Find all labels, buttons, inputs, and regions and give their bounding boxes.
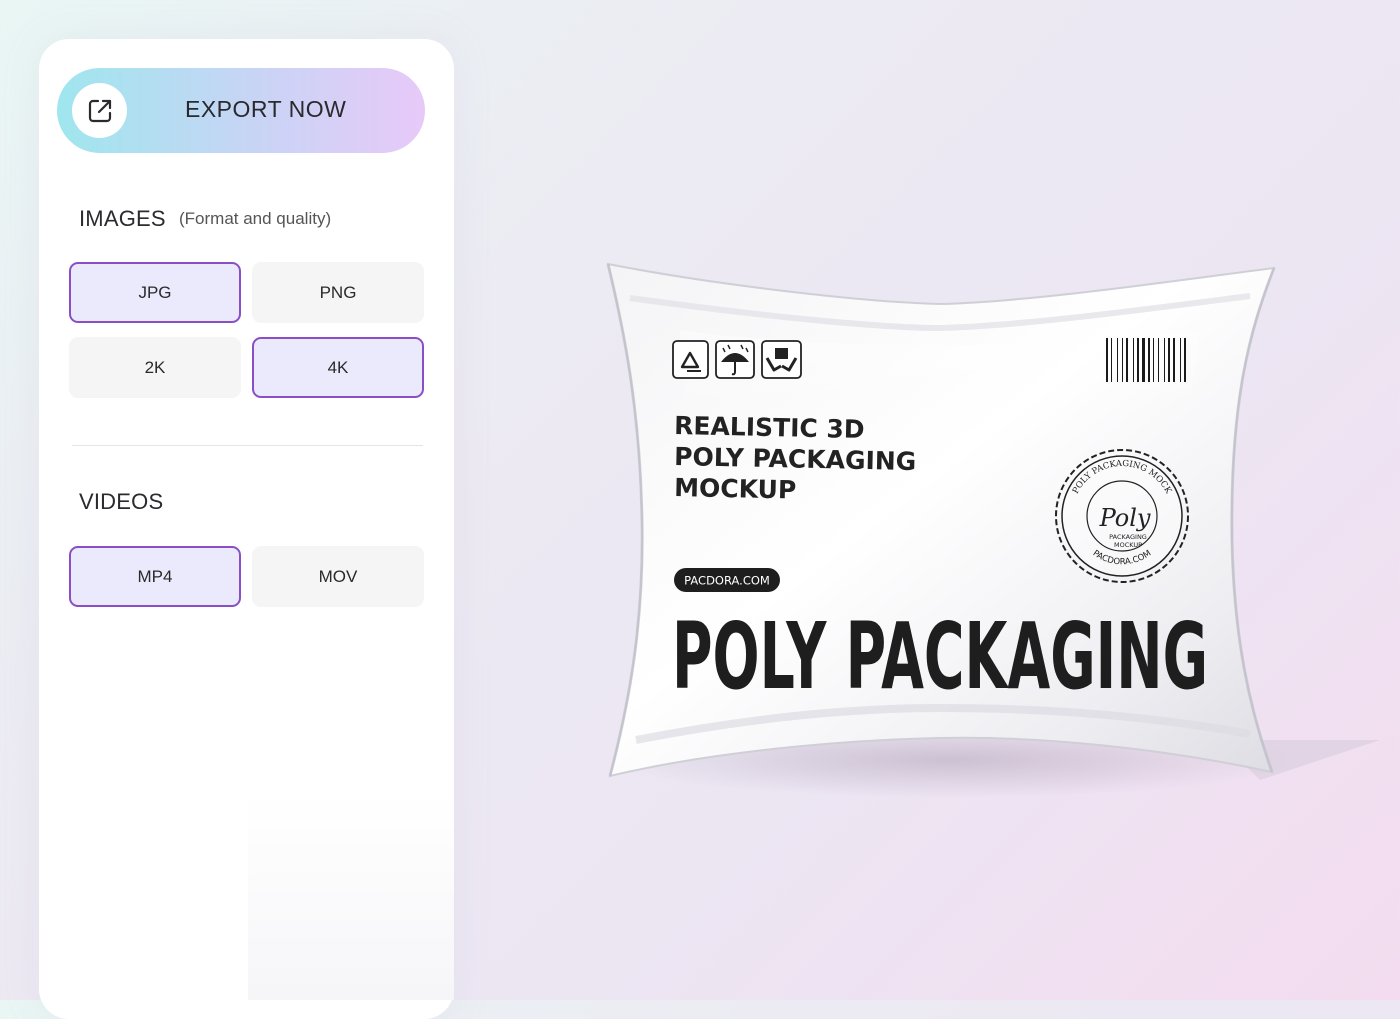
- video-mp4-option[interactable]: MP4: [69, 546, 241, 607]
- export-label: EXPORT NOW: [185, 96, 347, 122]
- images-section-title: IMAGES: [79, 206, 166, 231]
- barcode-bar: [1158, 338, 1159, 382]
- barcode-bar: [1106, 338, 1108, 382]
- barcode-bar: [1180, 338, 1181, 382]
- seal-line-2: MOCKUP: [1114, 541, 1142, 549]
- section-divider: [72, 445, 423, 446]
- external-link-icon: [72, 83, 127, 138]
- barcode-bar: [1173, 338, 1175, 382]
- headline-line-2: POLY PACKAGING: [674, 442, 917, 476]
- quality-2k-option[interactable]: 2K: [69, 337, 241, 398]
- seal-line-1: PACKAGING: [1109, 533, 1147, 541]
- videos-section-title: VIDEOS: [79, 489, 164, 514]
- seal-script: Poly: [1099, 504, 1151, 532]
- headline-line-1: REALISTIC 3D: [674, 411, 865, 444]
- format-jpg-option[interactable]: JPG: [69, 262, 241, 323]
- format-png-option[interactable]: PNG: [252, 262, 424, 323]
- barcode-bar: [1153, 338, 1154, 382]
- images-section-subtitle: (Format and quality): [179, 209, 332, 228]
- barcode-bar: [1168, 338, 1170, 382]
- umbrella-icon: [715, 340, 755, 379]
- barcode-bar: [1122, 338, 1123, 382]
- barcode-bar: [1184, 338, 1186, 382]
- barcode-bar: [1142, 338, 1145, 382]
- headline-line-3: MOCKUP: [674, 473, 797, 505]
- website-badge-text: PACDORA.COM: [684, 574, 770, 588]
- barcode-bar: [1126, 338, 1128, 382]
- barcode-bar: [1148, 338, 1150, 382]
- barcode-bar: [1137, 338, 1139, 382]
- recycle-icon: [672, 340, 709, 379]
- product-mockup: REALISTIC 3D POLY PACKAGING MOCKUP PACDO…: [560, 240, 1380, 820]
- export-now-button[interactable]: EXPORT NOW: [57, 68, 425, 153]
- barcode-bar: [1117, 338, 1118, 382]
- handle-with-care-icon: [761, 340, 802, 379]
- video-mov-option[interactable]: MOV: [252, 546, 424, 607]
- big-product-text: POLY PACKAGING: [672, 603, 1208, 710]
- panel-fade: [248, 790, 454, 1000]
- barcode-bar: [1164, 338, 1165, 382]
- barcode-bar: [1133, 338, 1134, 382]
- barcode-bar: [1111, 338, 1112, 382]
- quality-4k-option[interactable]: 4K: [252, 337, 424, 398]
